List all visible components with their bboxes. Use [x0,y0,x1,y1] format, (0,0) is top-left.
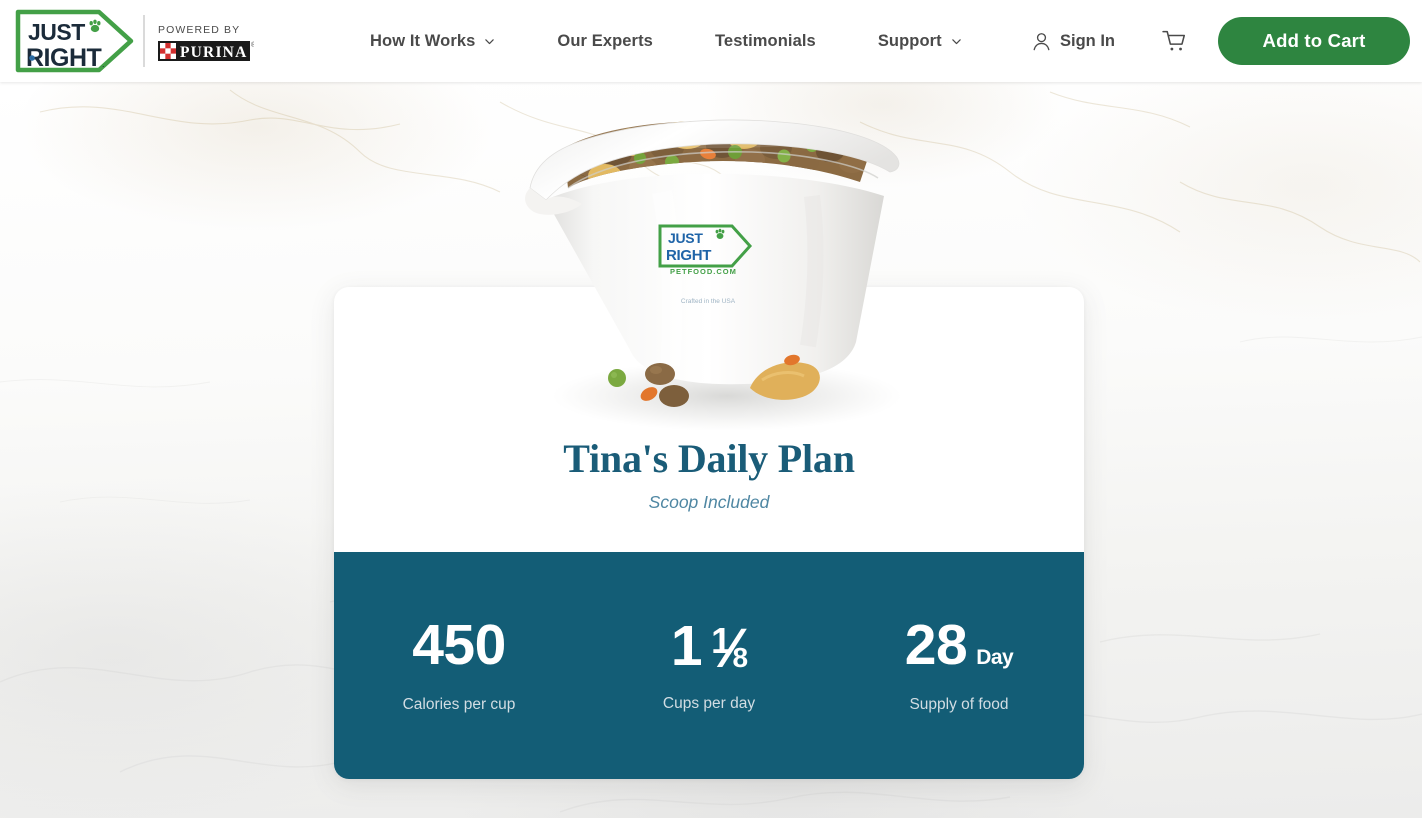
stat-supply-of-food: 28 Day Supply of food [834,617,1084,714]
chevron-down-icon [951,38,961,44]
svg-text:.: . [102,59,105,69]
nav-item-label: Testimonials [714,31,816,50]
sign-in-button[interactable]: Sign In [1030,30,1115,53]
stat-unit: Day [976,646,1014,669]
svg-text:JUST: JUST [28,19,85,45]
user-icon [1033,32,1050,50]
stat-label: Calories per cup [402,696,516,713]
chevron-down-icon [485,38,495,44]
stat-value: 1 1 ⁄ 8 [584,614,834,678]
nav-item-testimonials[interactable]: Testimonials [715,32,816,51]
scoop-logo-line2: RIGHT [666,247,711,264]
stat-label: Cups per day [662,695,756,712]
fraction-denominator: 8 [732,642,749,673]
nav-item-label: Our Experts [557,31,653,50]
stat-fraction: 1 ⁄ 8 [711,618,749,676]
nav-item-our-experts[interactable]: Our Experts [557,32,653,51]
nav-item-support[interactable]: Support [878,32,962,51]
scoop-logo-url: PETFOOD.COM [670,267,737,276]
shopping-cart-icon [1162,30,1186,50]
plan-subtitle: Scoop Included [648,492,770,512]
add-to-cart-button[interactable]: Add to Cart [1218,17,1410,65]
svg-text:POWERED BY: POWERED BY [158,24,240,36]
scoop-logo-line1: JUST [668,230,703,246]
stat-number: 28 [904,613,968,677]
cart-button[interactable] [1161,28,1188,55]
nav-item-label: How It Works [370,31,476,50]
stat-value: 450 [334,617,584,674]
nav-item-label: Support [877,31,942,50]
brand-logo[interactable]: JUST RIGHT . POWERED BY PURINA ® [14,7,257,75]
scoop-tagline: Crafted in the USA [681,298,736,305]
stat-value: 28 Day [834,617,1084,674]
svg-text:®: ® [251,41,254,49]
header-actions: Sign In Add to Cart [1030,0,1410,82]
svg-text:RIGHT: RIGHT [26,44,102,72]
page-title: Tina's Daily Plan [563,436,855,481]
site-header: JUST RIGHT . POWERED BY PURINA ® How It … [0,0,1422,82]
nav-item-how-it-works[interactable]: How It Works [370,32,495,51]
stat-cups-per-day: 1 1 ⁄ 8 Cups per day [584,618,834,713]
product-scoop-image: JUST RIGHT PETFOOD.COM Crafted in the US… [512,96,912,441]
stat-number: 450 [412,613,506,677]
svg-text:PURINA: PURINA [180,44,247,61]
main-navigation: How It Works Our Experts Testimonials Su… [370,0,962,82]
stat-number: 1 [670,614,703,678]
plan-stats-panel: 450 Calories per cup 1 1 ⁄ 8 Cups per da… [334,552,1084,779]
sign-in-label: Sign In [1060,31,1115,50]
stat-calories-per-cup: 450 Calories per cup [334,617,584,714]
stat-label: Supply of food [909,696,1009,713]
